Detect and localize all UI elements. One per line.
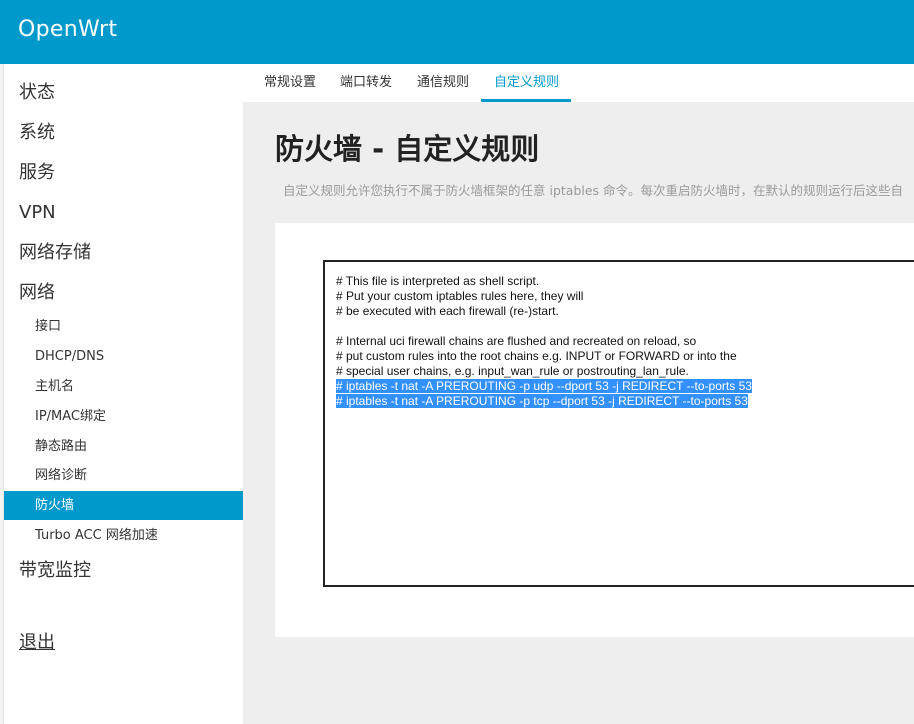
sidebar-item-vpn[interactable]: VPN bbox=[19, 202, 56, 224]
logout-link[interactable]: 退出 bbox=[19, 632, 55, 654]
sidebar-item-static-routes[interactable]: 静态路由 bbox=[35, 438, 87, 456]
sidebar-item-network[interactable]: 网络 bbox=[19, 282, 55, 304]
sidebar-item-nas[interactable]: 网络存储 bbox=[19, 242, 91, 264]
code-line: # put custom rules into the root chains … bbox=[336, 349, 737, 363]
page-title: 防火墙 - 自定义规则 bbox=[275, 132, 540, 166]
code-line: # Internal uci firewall chains are flush… bbox=[336, 334, 697, 348]
brand-logo[interactable]: OpenWrt bbox=[18, 17, 117, 42]
tab-general-settings[interactable]: 常规设置 bbox=[264, 75, 316, 91]
custom-rules-textarea[interactable]: # This file is interpreted as shell scri… bbox=[323, 260, 914, 587]
sidebar-item-bandwidth-monitor[interactable]: 带宽监控 bbox=[19, 560, 91, 582]
code-line: # special user chains, e.g. input_wan_ru… bbox=[336, 364, 689, 378]
tab-bar: 常规设置 端口转发 通信规则 自定义规则 bbox=[243, 64, 914, 102]
sidebar-item-services[interactable]: 服务 bbox=[19, 162, 55, 184]
tab-traffic-rules[interactable]: 通信规则 bbox=[417, 75, 469, 91]
sidebar-item-diagnostics[interactable]: 网络诊断 bbox=[35, 467, 87, 485]
sidebar-item-dhcp-dns[interactable]: DHCP/DNS bbox=[35, 348, 104, 366]
code-line: # be executed with each firewall (re-)st… bbox=[336, 304, 559, 318]
tab-port-forwards[interactable]: 端口转发 bbox=[340, 75, 392, 91]
sidebar-item-status[interactable]: 状态 bbox=[19, 82, 55, 104]
sidebar-item-interfaces[interactable]: 接口 bbox=[35, 318, 61, 336]
sidebar-item-turbo-acc[interactable]: Turbo ACC 网络加速 bbox=[35, 527, 158, 545]
page-description: 自定义规则允许您执行不属于防火墙框架的任意 iptables 命令。每次重启防火… bbox=[283, 183, 904, 198]
content-panel: # This file is interpreted as shell scri… bbox=[275, 223, 914, 637]
code-line-selected: # iptables -t nat -A PREROUTING -p udp -… bbox=[336, 379, 752, 393]
sidebar-item-ip-mac-binding[interactable]: IP/MAC绑定 bbox=[35, 408, 106, 426]
code-line: # Put your custom iptables rules here, t… bbox=[336, 289, 584, 303]
code-line: # This file is interpreted as shell scri… bbox=[336, 274, 540, 288]
code-line-selected: # iptables -t nat -A PREROUTING -p tcp -… bbox=[336, 394, 748, 408]
main-content: 常规设置 端口转发 通信规则 自定义规则 防火墙 - 自定义规则 自定义规则允许… bbox=[243, 64, 914, 724]
sidebar: 状态 系统 服务 VPN 网络存储 网络 接口 DHCP/DNS 主机名 IP/… bbox=[4, 64, 243, 724]
tab-custom-rules[interactable]: 自定义规则 bbox=[494, 75, 559, 91]
sidebar-item-hostnames[interactable]: 主机名 bbox=[35, 378, 74, 396]
sidebar-item-firewall[interactable]: 防火墙 bbox=[35, 497, 74, 515]
active-tab-indicator bbox=[481, 99, 571, 102]
top-header: OpenWrt bbox=[0, 0, 914, 64]
sidebar-item-system[interactable]: 系统 bbox=[19, 122, 55, 144]
